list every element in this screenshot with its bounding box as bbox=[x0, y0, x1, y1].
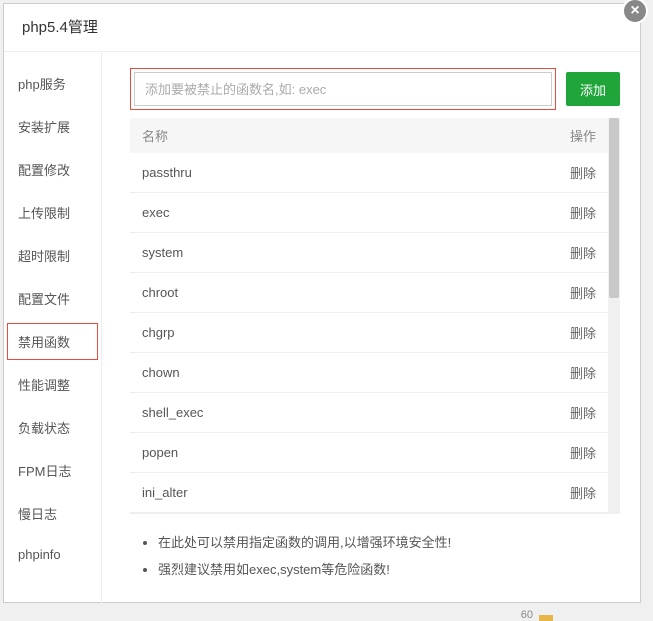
table-scroll: 名称 操作 passthru删除exec删除system删除chroot删除ch… bbox=[130, 118, 608, 514]
sidebar-item-9[interactable]: FPM日志 bbox=[4, 449, 101, 492]
scrollbar-track[interactable] bbox=[608, 118, 620, 514]
sidebar-item-6[interactable]: 禁用函数 bbox=[4, 320, 101, 363]
note-item: 强烈建议禁用如exec,system等危险函数! bbox=[158, 559, 620, 578]
function-name: shell_exec bbox=[130, 393, 432, 433]
function-name: chroot bbox=[130, 273, 432, 313]
add-button[interactable]: 添加 bbox=[566, 72, 620, 106]
delete-link[interactable]: 删除 bbox=[432, 473, 609, 513]
delete-link[interactable]: 删除 bbox=[432, 153, 609, 193]
delete-link[interactable]: 删除 bbox=[432, 233, 609, 273]
function-name: chown bbox=[130, 353, 432, 393]
col-name: 名称 bbox=[130, 118, 432, 153]
function-name: exec bbox=[130, 193, 432, 233]
note-item: 在此处可以禁用指定函数的调用,以增强环境安全性! bbox=[158, 532, 620, 551]
sidebar-item-11[interactable]: phpinfo bbox=[4, 535, 101, 574]
notes: 在此处可以禁用指定函数的调用,以增强环境安全性! 强烈建议禁用如exec,syst… bbox=[130, 532, 620, 586]
sidebar-item-4[interactable]: 超时限制 bbox=[4, 234, 101, 277]
close-glyph: × bbox=[630, 2, 639, 20]
table-row: chown删除 bbox=[130, 353, 608, 393]
table-row: exec删除 bbox=[130, 193, 608, 233]
table-row: system删除 bbox=[130, 233, 608, 273]
function-name-input[interactable] bbox=[134, 72, 552, 106]
delete-link[interactable]: 删除 bbox=[432, 393, 609, 433]
delete-link[interactable]: 删除 bbox=[432, 353, 609, 393]
table-row: ini_alter删除 bbox=[130, 473, 608, 513]
delete-link[interactable]: 删除 bbox=[432, 433, 609, 473]
function-name: popen bbox=[130, 433, 432, 473]
sidebar-item-7[interactable]: 性能调整 bbox=[4, 363, 101, 406]
function-name: chgrp bbox=[130, 313, 432, 353]
sidebar: php服务安装扩展配置修改上传限制超时限制配置文件禁用函数性能调整负载状态FPM… bbox=[4, 52, 102, 605]
table-row: passthru删除 bbox=[130, 153, 608, 193]
php-manage-modal: × php5.4管理 php服务安装扩展配置修改上传限制超时限制配置文件禁用函数… bbox=[3, 3, 641, 603]
content-area: 添加 名称 操作 passthru删除exec删除system删除chroot删… bbox=[102, 52, 640, 605]
function-name: system bbox=[130, 233, 432, 273]
delete-link[interactable]: 删除 bbox=[432, 273, 609, 313]
table-wrap: 名称 操作 passthru删除exec删除system删除chroot删除ch… bbox=[130, 118, 620, 514]
sidebar-item-1[interactable]: 安装扩展 bbox=[4, 105, 101, 148]
sidebar-item-8[interactable]: 负载状态 bbox=[4, 406, 101, 449]
delete-link[interactable]: 删除 bbox=[432, 313, 609, 353]
modal-body: php服务安装扩展配置修改上传限制超时限制配置文件禁用函数性能调整负载状态FPM… bbox=[4, 52, 640, 605]
sidebar-item-0[interactable]: php服务 bbox=[4, 62, 101, 105]
table-row: chroot删除 bbox=[130, 273, 608, 313]
close-icon[interactable]: × bbox=[622, 0, 648, 24]
function-name: passthru bbox=[130, 153, 432, 193]
sidebar-item-2[interactable]: 配置修改 bbox=[4, 148, 101, 191]
input-highlight bbox=[130, 68, 556, 110]
sidebar-item-10[interactable]: 慢日志 bbox=[4, 492, 101, 535]
footer-bar bbox=[539, 615, 553, 621]
table-row: popen删除 bbox=[130, 433, 608, 473]
input-row: 添加 bbox=[130, 68, 620, 110]
disabled-functions-table: 名称 操作 passthru删除exec删除system删除chroot删除ch… bbox=[130, 118, 608, 513]
col-action: 操作 bbox=[432, 118, 609, 153]
sidebar-item-3[interactable]: 上传限制 bbox=[4, 191, 101, 234]
footer-artifact: 60 bbox=[521, 609, 533, 621]
delete-link[interactable]: 删除 bbox=[432, 193, 609, 233]
function-name: ini_alter bbox=[130, 473, 432, 513]
table-row: chgrp删除 bbox=[130, 313, 608, 353]
modal-title: php5.4管理 bbox=[4, 4, 640, 52]
sidebar-item-5[interactable]: 配置文件 bbox=[4, 277, 101, 320]
table-row: shell_exec删除 bbox=[130, 393, 608, 433]
scrollbar-thumb[interactable] bbox=[609, 118, 619, 298]
